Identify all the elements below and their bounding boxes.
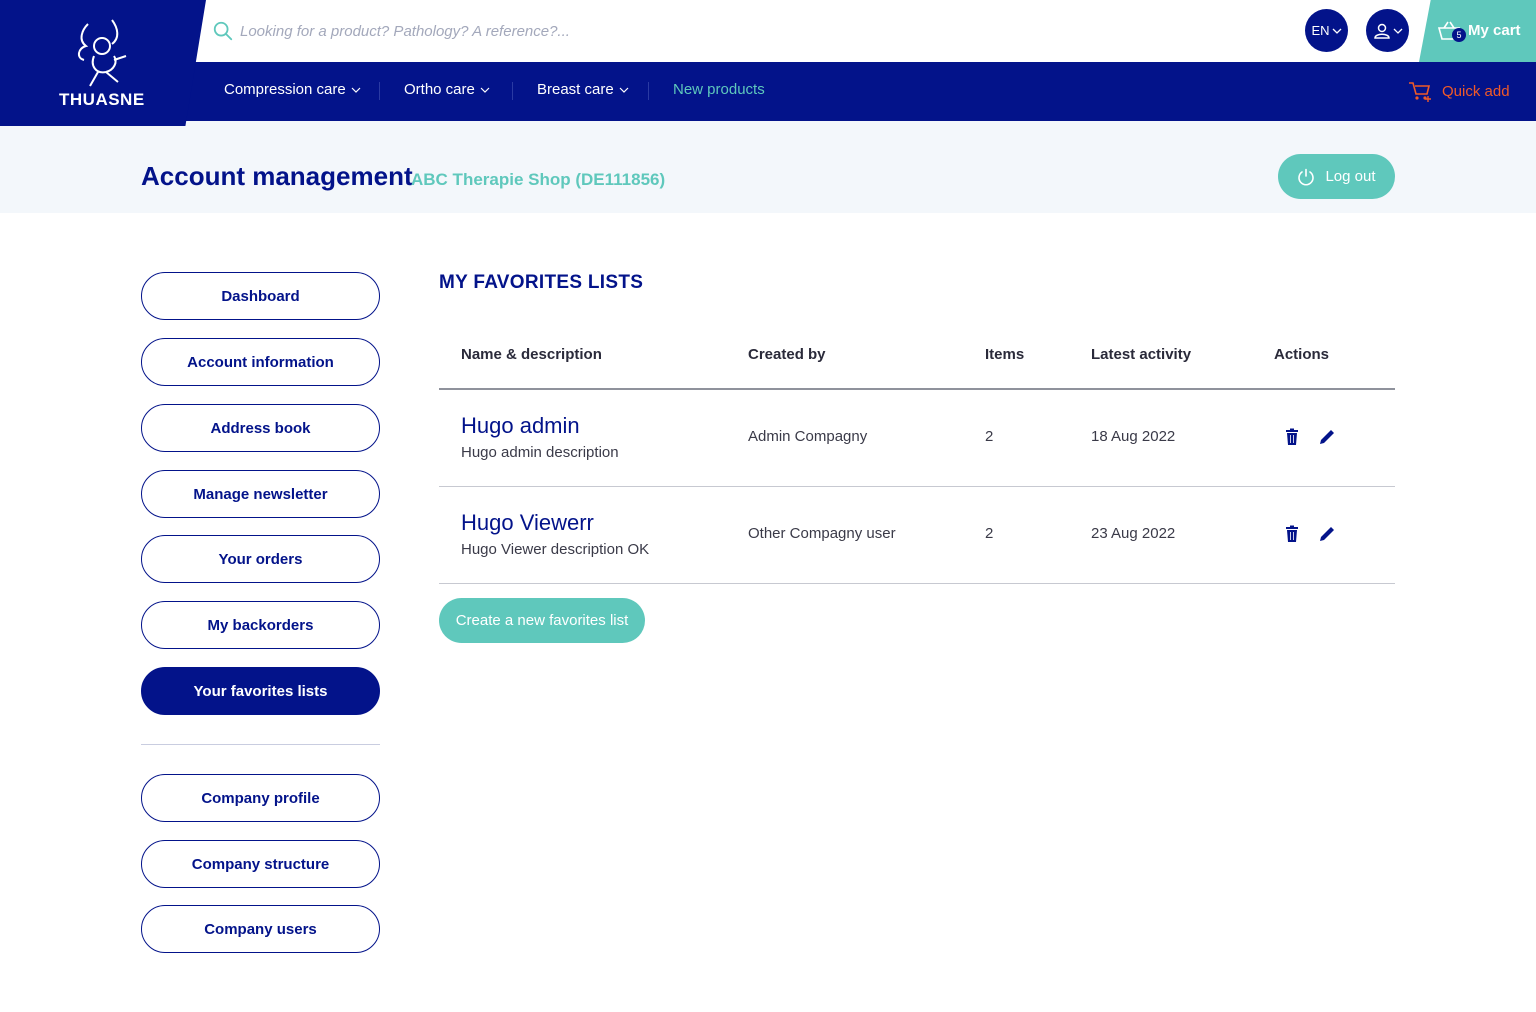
cherub-logo-icon [78,19,127,87]
logo-text: THUASNE [59,90,145,109]
account-header: Account management ABC Therapie Shop (DE… [0,121,1536,213]
created-by: Other Compagny user [748,525,896,542]
sidebar-item-address-book[interactable]: Address book [141,404,380,452]
sidebar-item-dashboard[interactable]: Dashboard [141,272,380,320]
main-nav: Compression care Ortho care Breast care … [0,62,1536,121]
logo[interactable]: THUASNE [0,0,206,126]
user-menu-button[interactable] [1366,9,1409,52]
column-header-items: Items [985,346,1025,363]
column-header-created-by: Created by [748,346,826,363]
list-name-link[interactable]: Hugo admin [461,413,580,439]
section-title: MY FAVORITES LISTS [439,272,644,293]
user-icon [1373,23,1390,39]
pencil-icon[interactable] [1318,525,1336,543]
logout-label: Log out [1325,168,1376,185]
search-icon[interactable] [212,20,234,42]
list-name-link[interactable]: Hugo Viewerr [461,510,594,536]
row-divider [439,583,1395,584]
column-header-name: Name & description [461,346,602,363]
table-header-divider [439,388,1395,390]
trash-icon[interactable] [1283,428,1301,446]
nav-item-new-products[interactable]: New products [673,81,765,98]
search-input[interactable] [240,16,940,46]
nav-label: New products [673,81,765,98]
sidebar-item-your-orders[interactable]: Your orders [141,535,380,583]
create-favorites-list-button[interactable]: Create a new favorites list [439,598,645,643]
nav-item-ortho-care[interactable]: Ortho care [404,81,490,98]
nav-separator [648,82,649,100]
nav-item-breast-care[interactable]: Breast care [537,81,629,98]
nav-separator [379,82,380,100]
language-label: EN [1311,23,1330,38]
quick-add-button[interactable]: Quick add [1408,80,1510,102]
sidebar-item-manage-newsletter[interactable]: Manage newsletter [141,470,380,518]
cart-label: My cart [1468,22,1521,39]
page-title: Account management [141,161,413,191]
latest-activity: 18 Aug 2022 [1091,428,1176,445]
latest-activity: 23 Aug 2022 [1091,525,1176,542]
pencil-icon[interactable] [1318,428,1336,446]
items-count: 2 [985,428,994,445]
cart-button[interactable]: 5 My cart [1419,0,1536,62]
nav-label: Ortho care [404,81,475,98]
sidebar-item-account-information[interactable]: Account information [141,338,380,386]
sidebar-item-company-users[interactable]: Company users [141,905,380,953]
nav-item-compression-care[interactable]: Compression care [224,81,361,98]
row-divider [439,486,1395,487]
chevron-down-icon [480,87,490,93]
sidebar-item-my-backorders[interactable]: My backorders [141,601,380,649]
nav-label: Compression care [224,81,346,98]
quick-add-label: Quick add [1442,82,1510,100]
chevron-down-icon [1393,28,1402,34]
list-description: Hugo admin description [461,444,619,461]
column-header-latest-activity: Latest activity [1091,346,1192,363]
sidebar-item-favorites-lists[interactable]: Your favorites lists [141,667,380,715]
items-count: 2 [985,525,994,542]
chevron-down-icon [1332,28,1341,34]
sidebar-item-company-profile[interactable]: Company profile [141,774,380,822]
cart-count-badge: 5 [1452,28,1466,42]
top-bar: EN [0,0,1536,62]
column-header-actions: Actions [1274,346,1330,363]
trash-icon[interactable] [1283,525,1301,543]
chevron-down-icon [619,87,629,93]
shop-name: ABC Therapie Shop (DE111856) [411,170,666,189]
nav-label: Breast care [537,81,614,98]
cart-plus-icon [1409,82,1431,102]
language-button[interactable]: EN [1305,9,1348,52]
sidebar-divider [141,744,380,745]
created-by: Admin Compagny [748,428,868,445]
sidebar-item-company-structure[interactable]: Company structure [141,840,380,888]
power-icon [1298,168,1315,185]
chevron-down-icon [351,87,361,93]
nav-separator [512,82,513,100]
list-description: Hugo Viewer description OK [461,541,650,558]
logout-button[interactable]: Log out [1278,154,1395,199]
